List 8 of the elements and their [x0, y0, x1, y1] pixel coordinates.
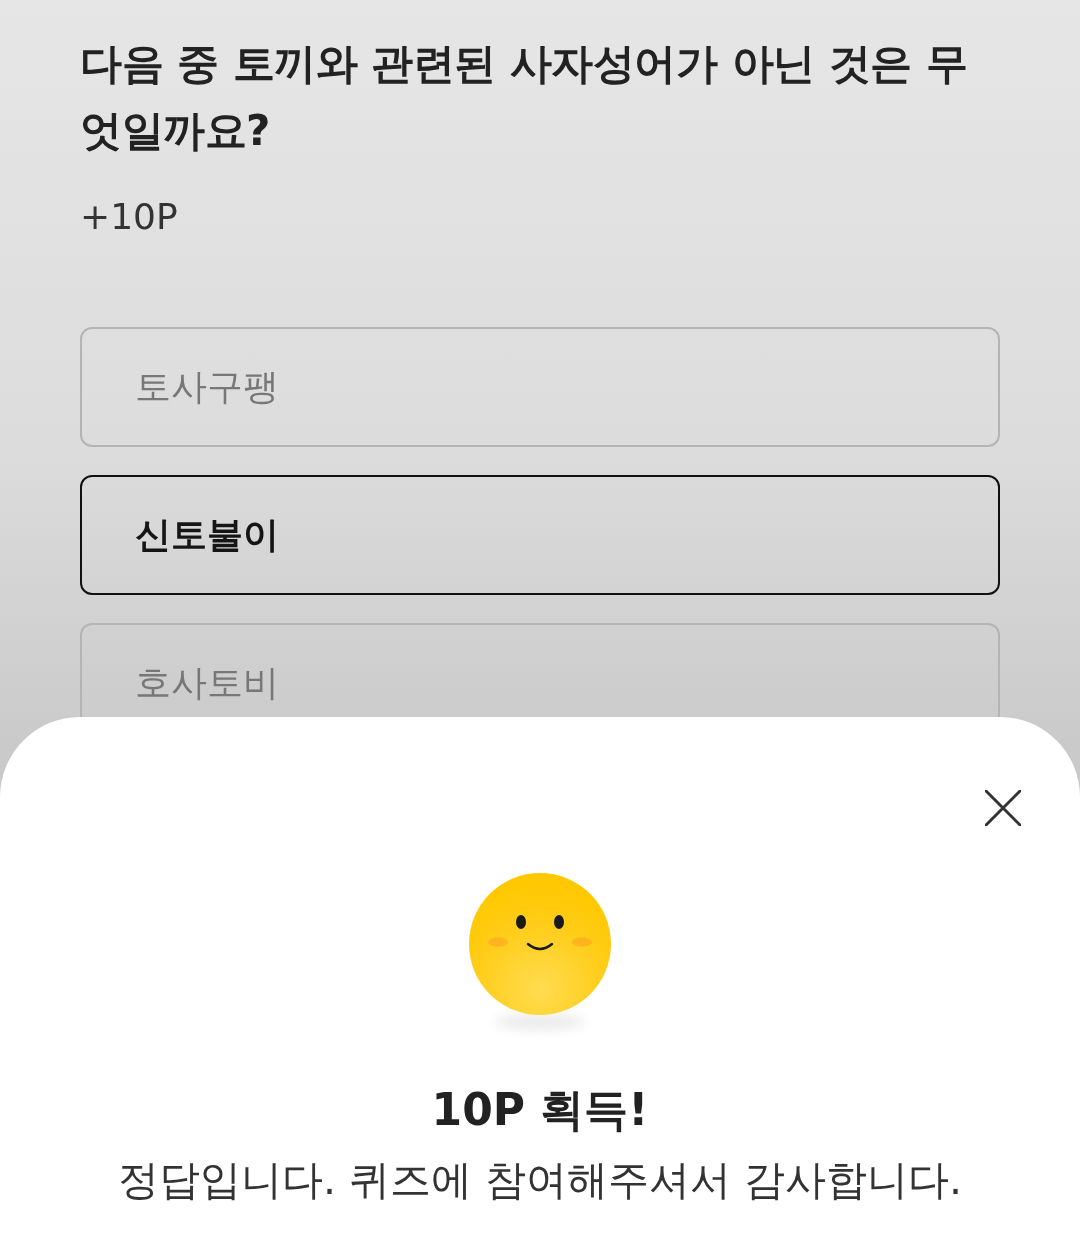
answer-option[interactable]: 토사구팽	[80, 327, 1000, 447]
question-title: 다음 중 토끼와 관련된 사자성어가 아닌 것은 무엇일까요?	[80, 38, 969, 157]
result-message: 정답입니다. 퀴즈에 참여해주셔서 감사합니다.	[117, 1155, 963, 1206]
close-icon	[985, 790, 1021, 826]
answer-option[interactable]: 신토불이	[80, 475, 1000, 595]
points-label: +10P	[80, 195, 179, 239]
close-button[interactable]	[985, 790, 1021, 826]
reward-title: 10P 획득!	[431, 1083, 649, 1137]
